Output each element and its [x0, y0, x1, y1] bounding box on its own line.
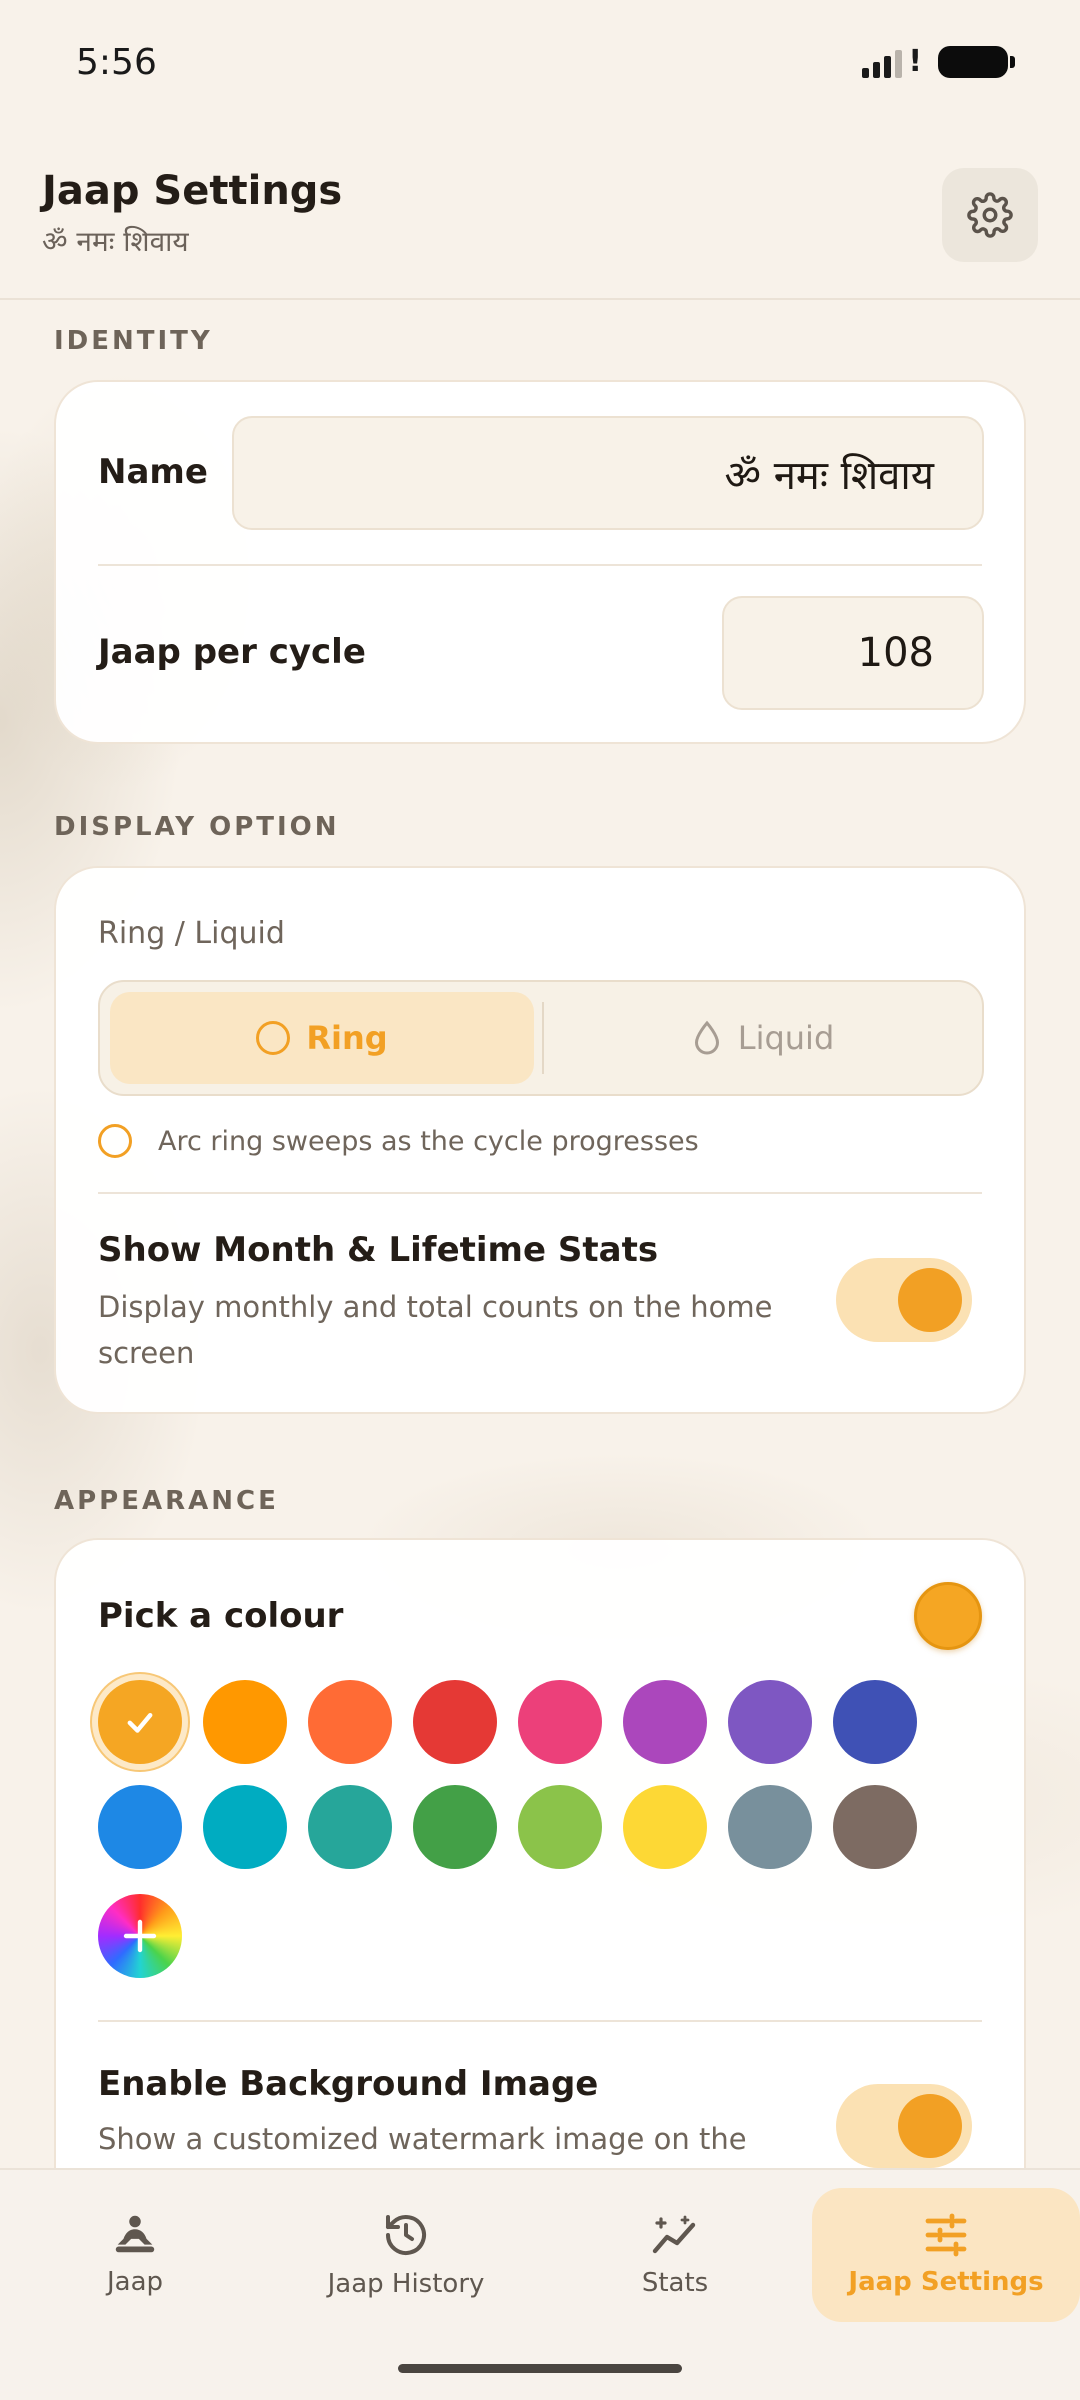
colour-swatch[interactable] [98, 1680, 182, 1764]
divider [98, 564, 982, 566]
page-header: Jaap Settings ॐ नमः शिवाय [0, 150, 1080, 300]
identity-card: Name ॐ नमः शिवाय Jaap per cycle 108 [54, 380, 1026, 744]
nav-item-settings[interactable]: Jaap Settings [812, 2188, 1080, 2322]
status-bar: 5:56 ! [0, 0, 1080, 130]
section-label-identity: IDENTITY [54, 326, 213, 356]
colour-swatch[interactable] [308, 1785, 392, 1869]
colour-swatch[interactable] [728, 1680, 812, 1764]
cycle-count-input[interactable]: 108 [722, 596, 984, 710]
pick-colour-title: Pick a colour [98, 1596, 344, 1636]
section-label-appearance: APPEARANCE [54, 1486, 279, 1516]
ring-icon [98, 1124, 132, 1158]
meditation-icon [115, 2215, 155, 2253]
nav-label-jaap: Jaap [106, 2267, 164, 2297]
colour-swatch[interactable] [728, 1785, 812, 1869]
display-mode-segmented-control: Ring Liquid [98, 980, 984, 1096]
gear-icon [967, 192, 1013, 238]
display-card: Ring / Liquid Ring Liquid Arc ring sweep… [54, 866, 1026, 1414]
nav-item-stats[interactable]: Stats [580, 2188, 770, 2322]
colour-swatch[interactable] [623, 1785, 707, 1869]
colour-swatch[interactable] [518, 1680, 602, 1764]
name-input[interactable]: ॐ नमः शिवाय [232, 416, 984, 530]
custom-colour-button[interactable] [98, 1894, 182, 1978]
toggle-knob [898, 1268, 962, 1332]
display-mode-hint: Arc ring sweeps as the cycle progresses [98, 1124, 699, 1158]
status-icons: ! [862, 46, 1015, 78]
page-title: Jaap Settings [42, 168, 343, 214]
segment-liquid-label: Liquid [737, 1019, 835, 1057]
nav-item-jaap[interactable]: Jaap [40, 2188, 230, 2322]
divider [98, 2020, 982, 2022]
bg-toggle-description: Show a customized watermark image on the [98, 2122, 747, 2156]
divider [98, 1192, 982, 1194]
segment-separator [542, 1002, 544, 1074]
nav-item-history[interactable]: Jaap History [300, 2188, 512, 2322]
colour-wheel-plus-icon [123, 1919, 157, 1953]
segment-liquid[interactable]: Liquid [552, 992, 974, 1084]
stats-toggle-switch[interactable] [836, 1258, 972, 1342]
page-subtitle: ॐ नमः शिवाय [42, 225, 189, 258]
stats-toggle-description: Display monthly and total counts on the … [98, 1290, 773, 1370]
cycle-label: Jaap per cycle [98, 632, 366, 672]
checkmark-icon [127, 1712, 153, 1733]
colour-swatch[interactable] [98, 1785, 182, 1869]
colour-swatch[interactable] [308, 1680, 392, 1764]
colour-swatch[interactable] [203, 1680, 287, 1764]
colour-swatch[interactable] [833, 1785, 917, 1869]
colour-swatch[interactable] [833, 1680, 917, 1764]
appearance-card: Pick a colour Enable Background Image Sh… [54, 1538, 1026, 2258]
display-mode-caption: Ring / Liquid [98, 916, 285, 951]
status-time: 5:56 [76, 42, 157, 83]
segment-ring[interactable]: Ring [110, 992, 534, 1084]
home-indicator [398, 2364, 682, 2373]
ring-icon [256, 1021, 291, 1055]
colour-swatch[interactable] [413, 1680, 497, 1764]
colour-swatch[interactable] [203, 1785, 287, 1869]
name-label: Name [98, 452, 208, 492]
section-label-display: DISPLAY OPTION [54, 812, 340, 842]
colour-swatch[interactable] [623, 1680, 707, 1764]
sliders-icon [925, 2213, 967, 2257]
nav-label-settings: Jaap Settings [848, 2267, 1044, 2297]
display-mode-hint-text: Arc ring sweeps as the cycle progresses [158, 1125, 699, 1157]
segment-ring-label: Ring [306, 1019, 388, 1057]
nav-label-stats: Stats [641, 2268, 709, 2298]
bg-toggle-title: Enable Background Image [98, 2064, 599, 2104]
nav-label-history: Jaap History [327, 2269, 485, 2299]
history-icon [386, 2215, 426, 2256]
current-colour-swatch [914, 1582, 982, 1650]
battery-icon [938, 46, 1015, 78]
settings-button[interactable] [942, 168, 1038, 262]
sparkle-chart-icon [652, 2215, 696, 2254]
drop-icon [694, 1020, 719, 1055]
toggle-knob [898, 2094, 962, 2158]
colour-swatch[interactable] [518, 1785, 602, 1869]
colour-swatch[interactable] [413, 1785, 497, 1869]
stats-toggle-title: Show Month & Lifetime Stats [98, 1230, 659, 1270]
bg-toggle-switch[interactable] [836, 2084, 972, 2168]
signal-icon: ! [862, 46, 922, 78]
